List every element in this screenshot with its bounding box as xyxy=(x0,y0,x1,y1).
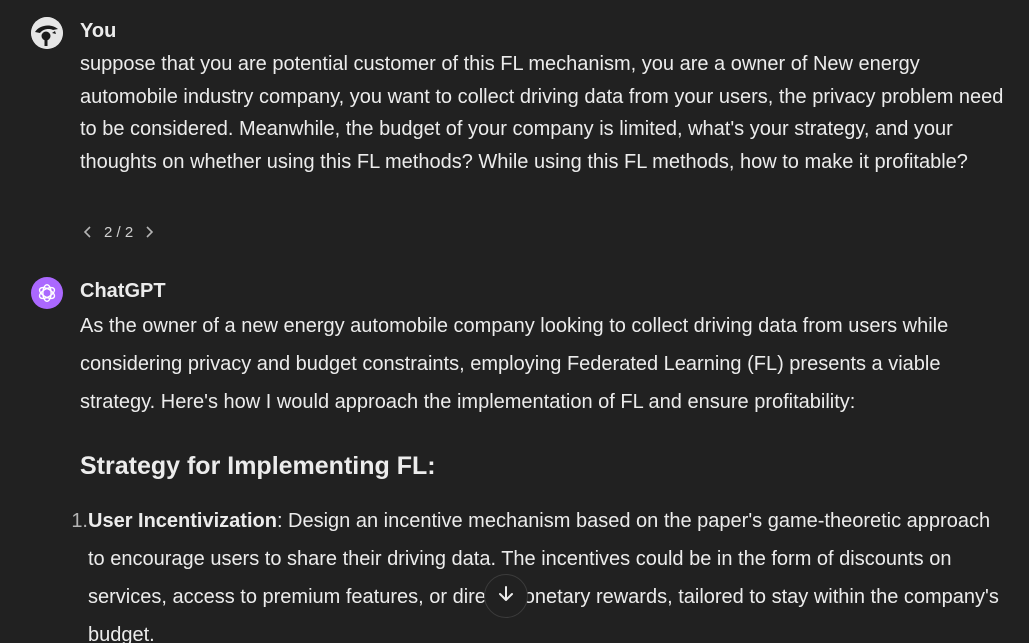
list-item-title: User Incentivization xyxy=(88,510,277,532)
section-heading: Strategy for Implementing FL: xyxy=(80,452,436,480)
user-avatar-icon xyxy=(31,17,63,49)
assistant-intro: As the owner of a new energy automobile … xyxy=(80,315,949,413)
chevron-left-icon[interactable] xyxy=(80,222,96,242)
user-message: suppose that you are potential customer … xyxy=(80,53,1004,173)
strategy-list: 1. User Incentivization: Design an incen… xyxy=(55,502,1005,643)
arrow-down-icon xyxy=(496,584,516,609)
chat-view: You suppose that you are potential custo… xyxy=(0,0,1029,643)
chevron-right-icon[interactable] xyxy=(141,222,157,242)
assistant-author-name: ChatGPT xyxy=(80,280,166,302)
user-author-name: You xyxy=(80,20,117,42)
list-item-number: 1. xyxy=(71,510,88,532)
message-version-pager: 2 / 2 xyxy=(80,222,157,242)
list-item: 1. User Incentivization: Design an incen… xyxy=(55,502,1005,643)
openai-logo-icon xyxy=(31,277,63,309)
scroll-down-button[interactable] xyxy=(484,574,528,618)
pager-label: 2 / 2 xyxy=(104,223,134,241)
list-item-body: User Incentivization: Design an incentiv… xyxy=(88,502,1005,643)
